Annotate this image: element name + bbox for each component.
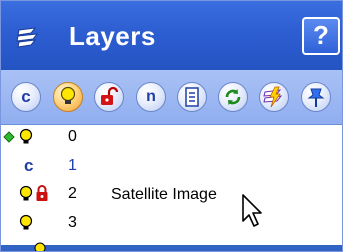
unlock-icon [101,86,119,105]
document-icon [185,87,199,107]
current-layer-glyph: c [21,87,31,106]
layer-list: 0 c 1 2 Satellite Image 3 [1,125,342,251]
lock-unlock-button[interactable] [94,82,124,112]
layer-properties-button[interactable] [177,82,207,112]
layers-app-icon [16,27,39,48]
layer-name: Satellite Image [111,186,217,203]
new-layer-button[interactable]: n [136,82,166,112]
lightbulb-on-icon[interactable] [19,214,33,232]
help-button[interactable]: ? [302,17,340,55]
layer-number: 3 [68,214,77,231]
layer-number: 1 [68,157,77,174]
refresh-button[interactable] [218,82,248,112]
layer-number: 2 [68,185,77,202]
mouse-pointer-icon [242,194,262,227]
selected-layer-row[interactable] [1,242,342,252]
layer-tools-button[interactable] [259,82,289,112]
green-diamond-icon [3,131,15,143]
lightbulb-icon [60,86,76,104]
new-layer-glyph: n [146,88,156,105]
layer-row[interactable]: 3 [1,213,342,235]
layer-row[interactable]: c 1 [1,156,342,178]
layer-toolbar: c n [1,70,342,125]
title-bar: Layers ? [1,1,342,70]
layer-number: 0 [68,128,77,145]
layers-panel: Layers ? c n 0 c 1 2 Satellite Image 3 [0,0,343,252]
lightbulb-on-icon[interactable] [19,185,33,203]
pin-button[interactable] [301,82,331,112]
window-title: Layers [69,21,156,51]
lightbulb-on-icon[interactable] [34,242,46,252]
on-off-button[interactable] [53,82,83,112]
pin-icon [307,88,325,107]
layer-row[interactable]: 0 [1,127,342,149]
current-layer-marker: c [24,156,34,175]
layer-row[interactable]: 2 Satellite Image [1,184,342,206]
refresh-icon [225,89,241,105]
lightning-layers-icon [263,86,283,108]
lock-icon[interactable] [35,184,49,202]
current-layer-button[interactable]: c [11,82,41,112]
lightbulb-on-icon[interactable] [19,128,33,146]
